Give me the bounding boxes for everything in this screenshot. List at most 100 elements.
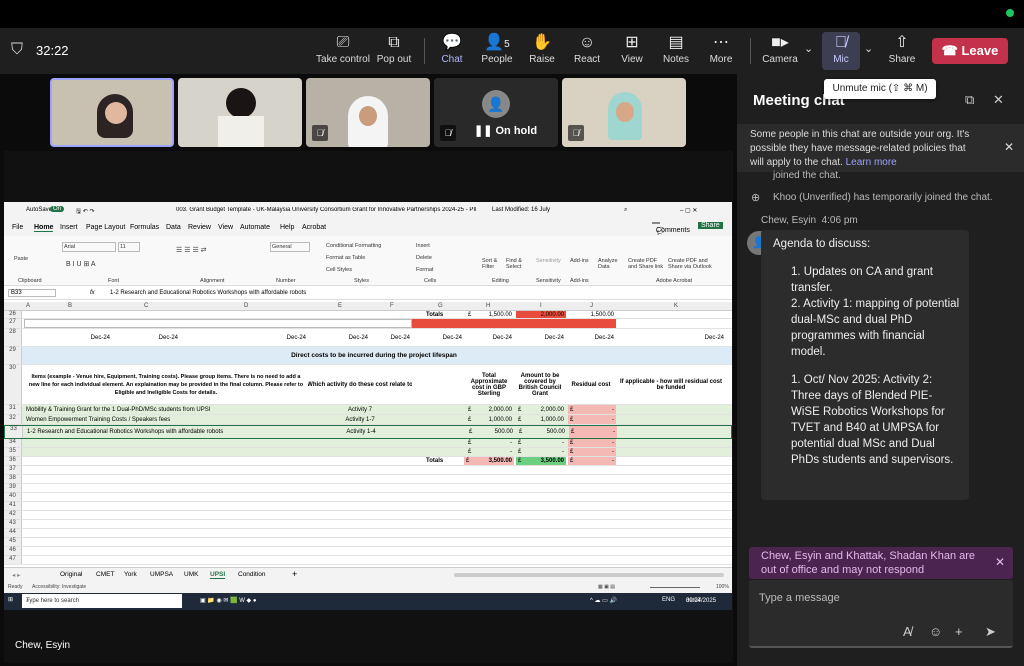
cell[interactable]: Dec-24 — [24, 329, 112, 346]
sheet-tab[interactable]: Original — [60, 571, 82, 578]
cell[interactable]: £ — [466, 415, 474, 424]
cell[interactable]: 500.00 — [525, 426, 567, 438]
cell[interactable]: Totals — [424, 457, 464, 465]
camera-button[interactable]: ■▸ Camera — [758, 32, 802, 70]
close-icon[interactable]: ✕ — [993, 92, 1004, 108]
view-mode-icons[interactable]: ▦ ▣ ▤ — [598, 584, 615, 590]
cell[interactable]: Direct costs to be incurred during the p… — [24, 347, 724, 364]
cell[interactable]: 3,500.00 — [474, 457, 514, 465]
cell[interactable]: If applicable - how will residual cost b… — [616, 365, 726, 404]
cell[interactable]: £ — [466, 405, 474, 414]
col-f[interactable]: F — [390, 303, 394, 309]
cell[interactable]: £ - — [568, 405, 616, 414]
cell[interactable]: £ — [464, 457, 474, 465]
cell[interactable]: 1,000.00 — [474, 415, 514, 424]
cell[interactable]: £ — [466, 448, 474, 456]
font-name-select[interactable]: Arial — [62, 242, 116, 252]
sheet-tab-active[interactable]: UPSI — [210, 571, 226, 579]
learn-more-link[interactable]: Learn more — [846, 157, 897, 168]
share-button[interactable]: ⇧ Share — [880, 32, 924, 70]
addins-button[interactable]: Add-ins — [570, 258, 589, 264]
cell[interactable]: Dec-24 — [112, 329, 180, 346]
cell[interactable]: 1,500.00 — [474, 311, 514, 318]
cell[interactable]: 2,000.00 — [474, 405, 514, 414]
cell[interactable]: Activity 1-4 — [309, 426, 413, 438]
sheet-tab[interactable]: UMPSA — [150, 571, 173, 578]
menu-help[interactable]: Help — [280, 224, 294, 231]
find-select-button[interactable]: Find & Select — [506, 258, 528, 270]
alignment-icons[interactable]: ☰ ☰ ☰ ⇄ — [176, 246, 207, 254]
bold-italic-underline[interactable]: B I U ⊞ A — [66, 260, 96, 268]
cell-styles-button[interactable]: Cell Styles — [326, 267, 352, 273]
spreadsheet-grid[interactable]: 26 Totals £ 1,500.00 2,000.00 1,500.00 2… — [4, 311, 732, 567]
mic-button[interactable]: 🎙̸ Mic — [822, 32, 860, 70]
cell[interactable]: Residual cost — [566, 365, 616, 404]
cell[interactable]: Dec-24 — [464, 329, 514, 346]
cell[interactable]: - — [474, 448, 514, 456]
cell[interactable]: £ — [466, 311, 474, 318]
conditional-formatting-button[interactable]: Conditional Formatting — [326, 243, 381, 249]
window-controls[interactable]: – ▢ ✕ — [680, 207, 697, 214]
cell[interactable]: £ — [517, 426, 525, 438]
menu-home[interactable]: Home — [34, 224, 54, 232]
menu-file[interactable]: File — [12, 224, 23, 231]
cell[interactable]: £ — [516, 448, 524, 456]
cell[interactable]: - — [524, 448, 566, 456]
col-e[interactable]: E — [338, 303, 342, 309]
cell[interactable]: - — [474, 439, 514, 447]
react-button[interactable]: ☺ React — [564, 32, 610, 70]
cell[interactable]: £ - — [568, 457, 616, 465]
cell[interactable]: Total Approximate cost in GBP Sterling — [464, 365, 514, 404]
cell[interactable]: Dec-24 — [180, 329, 308, 346]
cell[interactable]: 3,500.00 — [524, 457, 566, 465]
windows-start-icon[interactable]: ⊞ — [8, 596, 13, 603]
cell[interactable]: Dec-24 — [514, 329, 566, 346]
horizontal-scrollbar[interactable] — [454, 573, 724, 577]
view-button[interactable]: ⊞ View — [610, 32, 654, 70]
participant-on-hold[interactable]: 👤 ❚❚ On hold 🎙̸ — [434, 78, 558, 147]
cell[interactable]: Amount to be covered by British Council … — [514, 365, 566, 404]
cell[interactable]: Dec-24 — [308, 329, 370, 346]
sort-filter-button[interactable]: Sort & Filter — [482, 258, 504, 270]
cell[interactable]: £ — [516, 457, 524, 465]
col-h[interactable]: H — [486, 303, 490, 309]
cell[interactable]: Items (example - Venue hire, Equipment, … — [24, 365, 308, 404]
participant-video[interactable] — [50, 78, 174, 147]
cell[interactable]: 2,000.00 — [516, 311, 566, 318]
close-icon[interactable]: ✕ — [995, 555, 1005, 569]
cell[interactable]: £ — [516, 439, 524, 447]
insert-cells-button[interactable]: Insert — [416, 243, 430, 249]
cell[interactable]: £ — [467, 426, 475, 438]
taskbar-search[interactable]: ⌕ Type here to search — [22, 594, 182, 608]
emoji-icon[interactable]: ☺ — [929, 624, 942, 639]
message-input[interactable] — [759, 588, 999, 608]
taskbar-app-icons[interactable]: ▣ 📁 ◉ ✉ 🟩 W ◆ ● — [200, 597, 256, 604]
zoom-slider[interactable] — [650, 587, 700, 588]
pop-out-button[interactable]: ⧉ Pop out — [372, 32, 416, 70]
cell[interactable]: 1,000.00 — [524, 415, 566, 424]
comments-button[interactable]: 💬 Comments — [652, 222, 690, 235]
cell[interactable]: Dec-24 — [412, 329, 464, 346]
cell[interactable]: Mobility & Training Grant for the 1 Dual… — [24, 405, 308, 414]
cell[interactable]: Which activity do these cost relate to — [308, 365, 412, 404]
tray-icons[interactable]: ^ ☁ ▭ 🔊 — [590, 597, 617, 604]
cell[interactable]: 500.00 — [475, 426, 515, 438]
shared-excel-window[interactable]: AutoSave On 🖫 ↶ ↷ 003. Grant Budget Temp… — [4, 202, 732, 610]
formula-input[interactable]: 1-2 Research and Educational Robotics Wo… — [110, 290, 306, 296]
plus-icon[interactable]: + — [955, 624, 963, 639]
add-sheet-icon[interactable]: + — [292, 569, 297, 579]
mic-options-chevron-icon[interactable]: ⌄ — [864, 42, 873, 55]
menu-automate[interactable]: Automate — [240, 224, 270, 231]
participant-video[interactable]: 🎙̸ — [562, 78, 686, 147]
delete-cells-button[interactable]: Delete — [416, 255, 432, 261]
chat-message[interactable]: Agenda to discuss: 1. Updates on CA and … — [761, 230, 969, 500]
sheet-tab[interactable]: Condition — [238, 571, 265, 578]
search-icon[interactable]: ⌕ — [624, 207, 627, 214]
cell[interactable] — [412, 319, 616, 328]
menu-acrobat[interactable]: Acrobat — [302, 224, 326, 231]
format-icon[interactable]: A̸ — [903, 624, 912, 639]
sheet-tab[interactable]: CMET — [96, 571, 114, 578]
cell[interactable]: Activity 1-7 — [308, 415, 412, 424]
pop-out-chat-icon[interactable]: ⧉ — [965, 92, 974, 108]
col-d[interactable]: D — [244, 303, 248, 309]
